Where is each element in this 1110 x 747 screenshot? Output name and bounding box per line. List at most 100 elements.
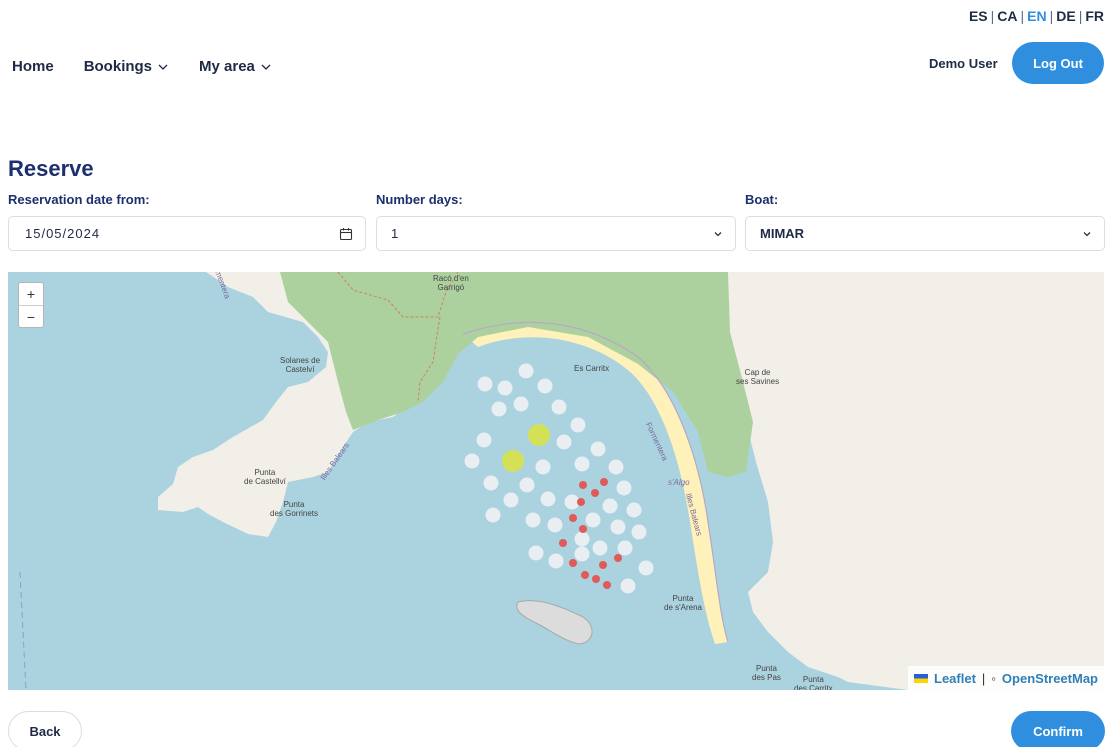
confirm-button[interactable]: Confirm — [1011, 711, 1105, 747]
bullet-icon: ◦ — [991, 670, 996, 686]
mooring-spot-occupied[interactable] — [579, 481, 587, 489]
mooring-spot-free[interactable] — [513, 396, 529, 412]
mooring-spot-free[interactable] — [574, 456, 590, 472]
date-label: Reservation date from: — [8, 192, 150, 207]
mooring-spot-free[interactable] — [519, 477, 535, 493]
chevron-down-icon — [158, 64, 168, 70]
nav-my-area[interactable]: My area — [199, 58, 272, 75]
mooring-spot-free[interactable] — [491, 401, 507, 417]
map-label-punta-castellvi: Punta de Castellví — [244, 468, 286, 486]
zoom-out-button[interactable]: − — [19, 305, 43, 327]
mooring-spot-free[interactable] — [528, 545, 544, 561]
days-value: 1 — [391, 226, 399, 241]
mooring-spot-free[interactable] — [464, 453, 480, 469]
lang-es[interactable]: ES — [969, 8, 988, 24]
openstreetmap-link[interactable]: OpenStreetMap — [1002, 671, 1098, 686]
days-label: Number days: — [376, 192, 463, 207]
nav-my-area-label: My area — [199, 58, 255, 75]
mooring-spot-occupied[interactable] — [581, 571, 589, 579]
mooring-spot-occupied[interactable] — [614, 554, 622, 562]
boat-select[interactable]: MIMAR — [745, 216, 1105, 251]
zoom-control: + − — [18, 282, 44, 328]
calendar-icon[interactable] — [339, 227, 353, 241]
ukraine-flag-icon — [914, 673, 929, 683]
mooring-map[interactable]: Racó d'en Garrigó Solanes de Castelví Es C… — [8, 272, 1104, 690]
map-label-punta-carritx: Punta des Carritx — [794, 675, 833, 690]
map-label-raco: Racó d'en Garrigó — [433, 274, 469, 292]
mooring-spot-free[interactable] — [485, 507, 501, 523]
mooring-spot-free[interactable] — [631, 524, 647, 540]
mooring-spot-free[interactable] — [535, 459, 551, 475]
mooring-spot-free[interactable] — [570, 417, 586, 433]
logout-button[interactable]: Log Out — [1012, 42, 1104, 84]
nav-home-label: Home — [12, 58, 54, 75]
map-label-es-carritx: Es Carritx — [574, 364, 610, 373]
chevron-down-icon — [1083, 231, 1091, 236]
mooring-spot-occupied[interactable] — [577, 498, 585, 506]
boat-label: Boat: — [745, 192, 779, 207]
page-title: Reserve — [8, 156, 94, 181]
mooring-spot-free[interactable] — [620, 578, 636, 594]
mooring-spot-free[interactable] — [574, 546, 590, 562]
mooring-spot-occupied[interactable] — [600, 478, 608, 486]
map-attribution: Leaflet | ◦ OpenStreetMap — [908, 666, 1104, 690]
main-nav: Home Bookings My area — [12, 58, 272, 75]
mooring-spot-occupied[interactable] — [603, 581, 611, 589]
mooring-spot-free[interactable] — [617, 540, 633, 556]
map-label-solanes: Solanes de Castelví — [280, 356, 321, 374]
lang-separator: | — [1020, 8, 1025, 24]
mooring-spot-occupied[interactable] — [599, 561, 607, 569]
mooring-spot-occupied[interactable] — [559, 539, 567, 547]
mooring-spot-free[interactable] — [477, 376, 493, 392]
date-input[interactable]: 15/05/2024 — [8, 216, 366, 251]
mooring-spot-free[interactable] — [616, 480, 632, 496]
nav-home[interactable]: Home — [12, 58, 54, 75]
language-switcher: ES | CA | EN | DE | FR — [969, 8, 1104, 24]
mooring-spot-free[interactable] — [518, 363, 534, 379]
user-name: Demo User — [929, 56, 998, 71]
nav-bookings[interactable]: Bookings — [84, 58, 169, 75]
lang-en[interactable]: EN — [1027, 8, 1046, 24]
zoom-in-button[interactable]: + — [19, 283, 43, 305]
mooring-spot-occupied[interactable] — [569, 514, 577, 522]
mooring-spot-free[interactable] — [525, 512, 541, 528]
mooring-spot-free[interactable] — [548, 553, 564, 569]
lang-fr[interactable]: FR — [1085, 8, 1104, 24]
mooring-spot-free[interactable] — [592, 540, 608, 556]
mooring-spot-free[interactable] — [574, 531, 590, 547]
mooring-spot-free[interactable] — [503, 492, 519, 508]
lang-de[interactable]: DE — [1056, 8, 1075, 24]
back-button[interactable]: Back — [8, 711, 82, 747]
lang-ca[interactable]: CA — [997, 8, 1017, 24]
days-select[interactable]: 1 — [376, 216, 736, 251]
date-value: 15/05/2024 — [25, 226, 101, 241]
mooring-spot-free[interactable] — [585, 512, 601, 528]
mooring-spot-free[interactable] — [551, 399, 567, 415]
mooring-spot-free[interactable] — [497, 380, 513, 396]
mooring-spot-occupied[interactable] — [592, 575, 600, 583]
map-label-cap-savines: Cap de ses Savines — [736, 368, 780, 386]
mooring-spot-free[interactable] — [556, 434, 572, 450]
mooring-spot-free[interactable] — [638, 560, 654, 576]
mooring-spot-free[interactable] — [476, 432, 492, 448]
mooring-spot-occupied[interactable] — [569, 559, 577, 567]
map-label-algo: s'Algo — [668, 478, 690, 487]
mooring-spot-occupied[interactable] — [591, 489, 599, 497]
leaflet-link[interactable]: Leaflet — [934, 671, 976, 686]
mooring-spot-free[interactable] — [608, 459, 624, 475]
mooring-spot-free[interactable] — [590, 441, 606, 457]
mooring-spot-free[interactable] — [610, 519, 626, 535]
lang-separator: | — [1049, 8, 1054, 24]
mooring-spot-free[interactable] — [602, 498, 618, 514]
mooring-spot-selected[interactable] — [502, 450, 524, 472]
mooring-spot-free[interactable] — [626, 502, 642, 518]
mooring-spot-free[interactable] — [540, 491, 556, 507]
map-label-punta-pas: Punta des Pas — [752, 664, 781, 682]
mooring-spot-selected[interactable] — [528, 424, 550, 446]
mooring-spot-free[interactable] — [483, 475, 499, 491]
mooring-spot-free[interactable] — [537, 378, 553, 394]
mooring-spot-occupied[interactable] — [579, 525, 587, 533]
nav-bookings-label: Bookings — [83, 58, 153, 75]
mooring-spot-free[interactable] — [547, 517, 563, 533]
map-label-punta-gorrinets: Punta des Gorrinets — [270, 500, 319, 518]
